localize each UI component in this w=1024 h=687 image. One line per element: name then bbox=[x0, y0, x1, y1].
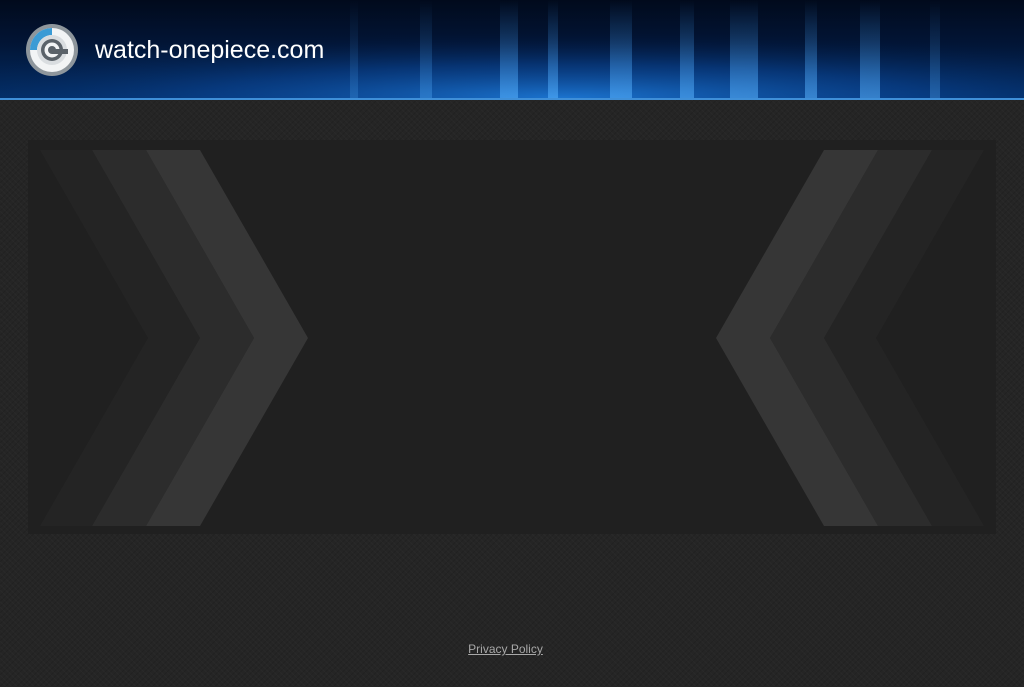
site-header: watch-onepiece.com bbox=[0, 0, 1024, 100]
decoration-layer bbox=[40, 150, 984, 526]
content-panel bbox=[28, 140, 996, 534]
site-title[interactable]: watch-onepiece.com bbox=[95, 34, 324, 66]
footer: Privacy Policy bbox=[0, 641, 1011, 657]
rotating-ring-logo-icon[interactable] bbox=[25, 23, 79, 77]
chevron-left-stripes-icon bbox=[716, 150, 984, 526]
chevron-right-stripes-icon bbox=[40, 150, 308, 526]
privacy-policy-link[interactable]: Privacy Policy bbox=[468, 642, 543, 656]
